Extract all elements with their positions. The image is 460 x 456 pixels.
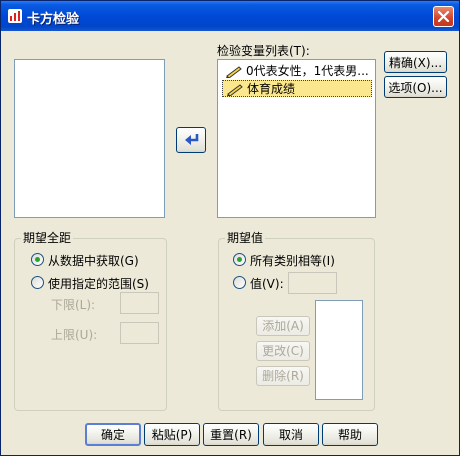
expected-values-legend: 期望值	[225, 231, 266, 245]
all-equal-radio[interactable]	[233, 253, 246, 266]
values-radio[interactable]	[233, 276, 246, 289]
from-data-radio[interactable]	[31, 253, 44, 266]
values-label: 值(V):	[250, 277, 284, 291]
add-value-button[interactable]: 添加(A)	[256, 316, 310, 336]
help-button[interactable]: 帮助	[322, 423, 378, 446]
exact-button[interactable]: 精确(X)...	[384, 51, 447, 73]
values-list[interactable]	[315, 300, 363, 400]
paste-button[interactable]: 粘贴(P)	[144, 423, 200, 446]
close-button[interactable]	[433, 6, 454, 27]
scale-variable-icon	[227, 84, 243, 96]
variable-item-label: 体育成绩	[247, 82, 296, 96]
lower-limit-input[interactable]	[120, 292, 159, 314]
all-equal-label: 所有类别相等(I)	[250, 254, 335, 268]
lower-limit-label: 下限(L):	[51, 298, 96, 312]
variable-item[interactable]: 0代表女性，1代表男...	[222, 63, 372, 80]
variable-item-label: 0代表女性，1代表男...	[246, 64, 369, 78]
remove-value-button[interactable]: 删除(R)	[256, 366, 310, 386]
options-button[interactable]: 选项(O)...	[384, 76, 447, 98]
variable-item-selected[interactable]: 体育成绩	[222, 80, 372, 97]
use-range-label: 使用指定的范围(S)	[48, 277, 149, 291]
source-variable-list[interactable]	[14, 59, 165, 218]
close-icon	[438, 11, 449, 22]
values-input[interactable]	[288, 272, 337, 294]
scale-variable-icon	[226, 66, 242, 78]
expected-values-group: 期望值 所有类别相等(I) 值(V): 添加(A) 更改(C) 删除(R)	[218, 231, 375, 411]
upper-limit-label: 上限(U):	[51, 328, 98, 342]
upper-limit-input[interactable]	[120, 322, 159, 344]
from-data-label: 从数据中获取(G)	[48, 254, 139, 268]
test-variable-list-label: 检验变量列表(T):	[217, 44, 310, 58]
use-range-radio[interactable]	[31, 276, 44, 289]
title-bar[interactable]: 卡方检验	[1, 1, 459, 31]
cancel-button[interactable]: 取消	[263, 423, 319, 446]
ok-button[interactable]: 确定	[85, 423, 141, 446]
spss-app-icon	[8, 9, 22, 23]
change-value-button[interactable]: 更改(C)	[256, 341, 310, 361]
expected-range-group: 期望全距 从数据中获取(G) 使用指定的范围(S) 下限(L): 上限(U):	[14, 231, 167, 411]
window-title: 卡方检验	[27, 12, 80, 27]
test-variable-list[interactable]: 0代表女性，1代表男... 体育成绩	[217, 59, 376, 218]
move-variable-button[interactable]	[176, 127, 206, 153]
chi-square-dialog: 卡方检验 检验变量列表(T): 0代表女性，1代表男... 体育成绩 精确(X)…	[0, 0, 460, 456]
expected-range-legend: 期望全距	[21, 231, 74, 245]
move-arrow-icon	[185, 134, 199, 145]
reset-button[interactable]: 重置(R)	[203, 423, 259, 446]
